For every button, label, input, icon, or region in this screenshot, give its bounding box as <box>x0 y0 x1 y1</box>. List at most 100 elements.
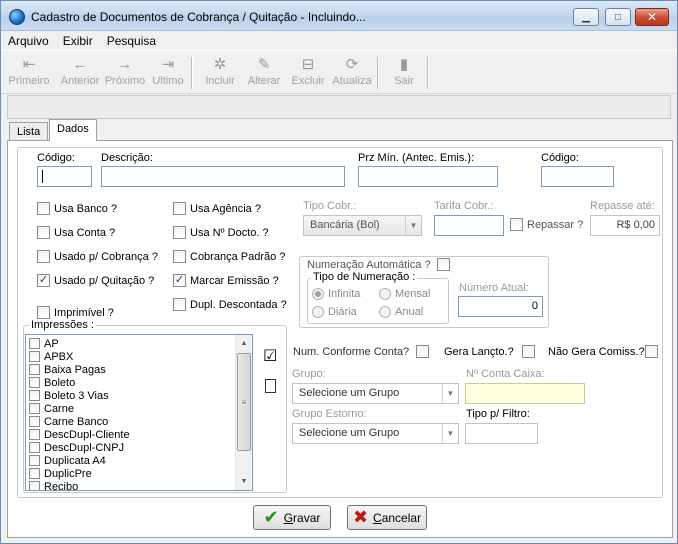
menu-pesquisa[interactable]: Pesquisa <box>100 31 163 50</box>
arrow-left-icon: ← <box>72 56 88 73</box>
check-all-icon[interactable]: ☑ <box>263 349 277 365</box>
codigo-input[interactable] <box>37 166 92 187</box>
primeiro-button[interactable]: ⇤ Primeiro <box>7 55 51 93</box>
usa-banco-checkbox[interactable]: Usa Banco ? <box>37 202 117 215</box>
numeracao-automatica-label: Numeração Automática ? <box>307 258 431 271</box>
grupo-estorno-select[interactable]: Selecione um Grupo ▼ <box>292 423 459 444</box>
tipo-filtro-label: Tipo p/ Filtro: <box>466 408 530 420</box>
imprimivel-checkbox[interactable]: Imprimível ? <box>37 306 114 319</box>
excluir-label: Excluir <box>291 75 325 87</box>
numero-atual-input[interactable]: 0 <box>458 296 543 317</box>
maximize-button[interactable]: □ <box>605 8 631 26</box>
cancelar-mnemonic: C <box>373 510 382 525</box>
tab-dados[interactable]: Dados <box>49 119 97 141</box>
close-button[interactable]: ✕ <box>635 8 669 26</box>
anterior-button[interactable]: ← Anterior <box>59 55 101 93</box>
chevron-down-icon: ▼ <box>442 424 458 443</box>
list-item[interactable]: Duplicata A4 <box>26 454 252 467</box>
alterar-button[interactable]: ✎ Alterar <box>245 55 283 93</box>
list-item[interactable]: Carne <box>26 402 252 415</box>
usado-cobranca-checkbox[interactable]: Usado p/ Cobrança ? <box>37 250 158 263</box>
menu-arquivo[interactable]: Arquivo <box>1 31 56 50</box>
list-item[interactable]: Boleto <box>26 376 252 389</box>
excluir-button[interactable]: ⊟ Excluir <box>289 55 327 93</box>
list-item[interactable]: APBX <box>26 350 252 363</box>
usa-agencia-checkbox[interactable]: Usa Agência ? <box>173 202 261 215</box>
cobranca-padrao-checkbox[interactable]: Cobrança Padrão ? <box>173 250 285 263</box>
cancelar-button[interactable]: ✖ Cancelar <box>347 505 427 530</box>
nao-gera-comiss-label: Não Gera Comiss.? <box>548 346 645 358</box>
list-item[interactable]: Carne Banco <box>26 415 252 428</box>
usa-conta-checkbox[interactable]: Usa Conta ? <box>37 226 115 239</box>
scroll-up-icon[interactable]: ▲ <box>236 335 252 351</box>
menu-exibir[interactable]: Exibir <box>56 31 100 50</box>
scroll-down-icon[interactable]: ▼ <box>236 473 252 489</box>
radio-diaria[interactable]: Diária <box>312 306 357 318</box>
impressoes-scrollbar[interactable]: ▲ ≡ ▼ <box>235 335 252 490</box>
list-item[interactable]: Baixa Pagas <box>26 363 252 376</box>
scroll-thumb[interactable]: ≡ <box>237 353 251 451</box>
tipo-cobr-select[interactable]: Bancária (Bol) ▼ <box>303 215 422 236</box>
incluir-button[interactable]: ✲ Incluir <box>201 55 239 93</box>
title-bar[interactable]: Cadastro de Documentos de Cobrança / Qui… <box>1 1 677 31</box>
proximo-button[interactable]: → Próximo <box>103 55 147 93</box>
numero-atual-label: Número Atual: <box>459 282 529 294</box>
list-item-label: Boleto 3 Vias <box>44 389 109 402</box>
marcar-emissao-checkbox[interactable]: ✓ Marcar Emissão ? <box>173 274 279 287</box>
sair-label: Sair <box>394 75 414 87</box>
impressoes-list[interactable]: AP APBX Baixa Pagas Boleto Boleto 3 Vias… <box>25 334 253 491</box>
gravar-label: Gravar <box>284 511 321 525</box>
chevron-down-icon: ▼ <box>405 216 421 235</box>
prz-min-input[interactable] <box>358 166 498 187</box>
toolbar: ⇤ Primeiro ← Anterior → Próximo ⇥ Ultimo… <box>1 50 677 94</box>
nao-gera-comiss-checkbox[interactable] <box>645 345 662 358</box>
list-item[interactable]: Recibo <box>26 480 252 490</box>
sair-button[interactable]: ▮ Sair <box>387 55 421 93</box>
repassar-checkbox[interactable]: Repassar ? <box>510 218 583 231</box>
list-item[interactable]: DuplicPre <box>26 467 252 480</box>
num-conforme-conta-label: Num. Conforme Conta? <box>293 346 410 358</box>
list-item-label: APBX <box>44 350 74 363</box>
ultimo-button[interactable]: ⇥ Ultimo <box>149 55 187 93</box>
checkmark-icon: ✓ <box>37 274 50 287</box>
list-item-label: DuplicPre <box>44 467 92 480</box>
alterar-label: Alterar <box>247 75 281 87</box>
gravar-mnemonic: G <box>283 510 294 525</box>
tipo-filtro-input[interactable] <box>465 423 538 444</box>
toolbar-separator <box>377 57 379 89</box>
codigo2-input[interactable] <box>541 166 614 187</box>
exit-door-icon: ▮ <box>399 56 409 73</box>
dupl-descontada-checkbox[interactable]: Dupl. Descontada ? <box>173 298 287 311</box>
list-item[interactable]: DescDupl-CNPJ <box>26 441 252 454</box>
radio-mensal[interactable]: Mensal <box>379 288 430 300</box>
toolbar-separator <box>427 57 429 89</box>
minimize-button[interactable]: ▁ <box>573 8 599 26</box>
numeracao-automatica-checkbox[interactable]: Numeração Automática ? <box>307 258 454 271</box>
impressoes-items: AP APBX Baixa Pagas Boleto Boleto 3 Vias… <box>26 335 252 490</box>
nconta-caixa-input[interactable] <box>465 383 585 404</box>
list-item[interactable]: DescDupl-Cliente <box>26 428 252 441</box>
new-document-icon[interactable] <box>265 379 276 393</box>
usado-quitacao-checkbox[interactable]: ✓ Usado p/ Quitação ? <box>37 274 154 287</box>
tipo-cobr-value: Bancária (Bol) <box>310 219 380 231</box>
repassar-label: Repassar ? <box>527 218 584 231</box>
descricao-input[interactable] <box>101 166 345 187</box>
gera-lancto-checkbox[interactable] <box>522 345 539 358</box>
tarifa-cobr-input[interactable] <box>434 215 504 236</box>
usa-ndocto-checkbox[interactable]: Usa Nº Docto. ? <box>173 226 269 239</box>
atualiza-button[interactable]: ⟳ Atualiza <box>331 55 373 93</box>
gravar-button[interactable]: ✔ Gravar <box>253 505 331 530</box>
repasse-ate-input[interactable]: R$ 0,00 <box>590 215 660 236</box>
tab-lista[interactable]: Lista <box>9 122 49 141</box>
list-item[interactable]: Boleto 3 Vias <box>26 389 252 402</box>
usa-agencia-label: Usa Agência ? <box>190 202 261 215</box>
grupo-select[interactable]: Selecione um Grupo ▼ <box>292 383 459 404</box>
radio-anual[interactable]: Anual <box>379 306 423 318</box>
cancel-x-icon: ✖ <box>352 507 369 527</box>
list-item[interactable]: AP <box>26 337 252 350</box>
grupo-estorno-value: Selecione um Grupo <box>299 427 400 439</box>
window-title: Cadastro de Documentos de Cobrança / Qui… <box>31 10 366 24</box>
num-conforme-conta-checkbox[interactable] <box>416 345 433 358</box>
radio-infinita[interactable]: Infinita <box>312 288 360 300</box>
anterior-label: Anterior <box>60 75 100 87</box>
